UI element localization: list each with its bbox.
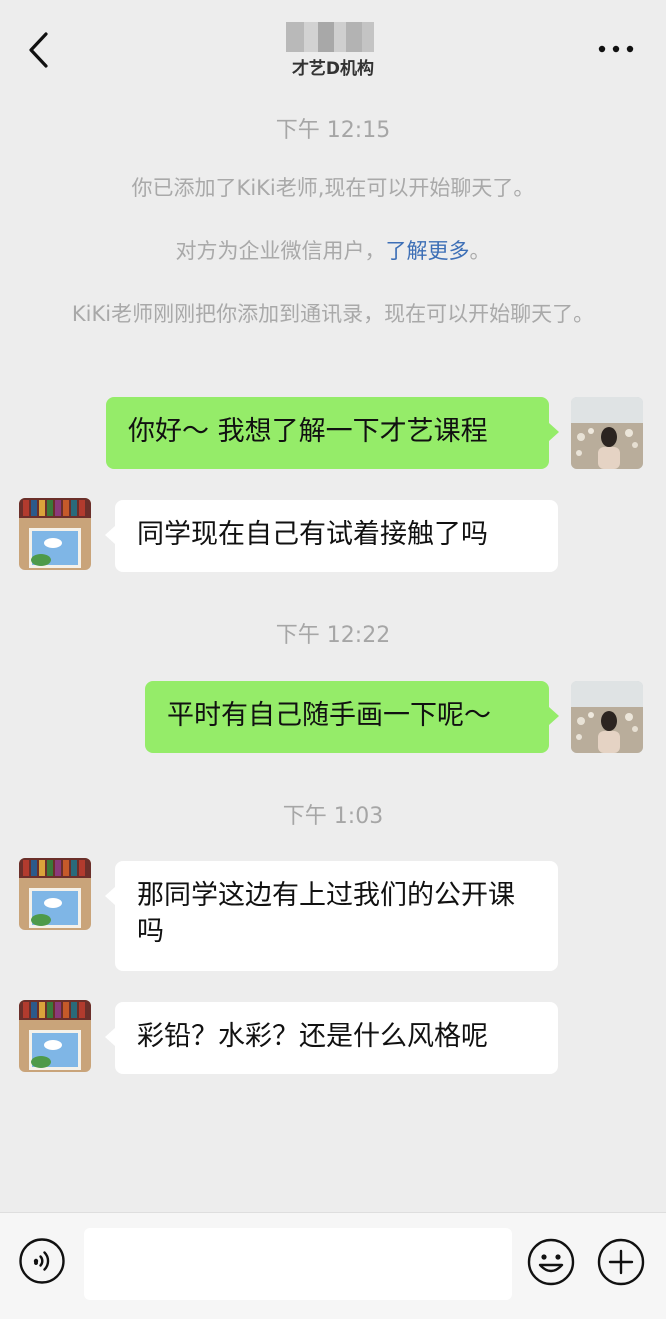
message-bubble-received[interactable]: 彩铅？水彩？还是什么风格呢	[105, 1002, 558, 1074]
message-bubble-received[interactable]: 同学现在自己有试着接触了吗	[105, 500, 558, 572]
contact-avatar[interactable]	[19, 498, 91, 570]
learn-more-link[interactable]: 了解更多	[386, 239, 470, 263]
contact-avatar[interactable]	[19, 1000, 91, 1072]
system-message: KiKi老师刚刚把你添加到通讯录，现在可以开始聊天了。	[71, 302, 595, 326]
contact-avatar[interactable]	[19, 858, 91, 930]
timestamp: 下午 12:15	[275, 118, 391, 143]
system-message: 你已添加了KiKi老师,现在可以开始聊天了。	[131, 176, 535, 200]
message-input[interactable]	[84, 1228, 512, 1300]
voice-icon[interactable]	[18, 1237, 66, 1285]
system-message: 对方为企业微信用户，了解更多。	[30, 235, 636, 267]
more-dots-icon[interactable]	[596, 38, 636, 60]
system-message-text: 对方为企业微信用户，	[175, 239, 386, 263]
chat-title: 才艺D机构	[291, 59, 375, 79]
emoji-icon[interactable]	[526, 1237, 576, 1287]
my-avatar[interactable]	[571, 681, 643, 753]
message-bubble-sent[interactable]: 平时有自己随手画一下呢～	[145, 681, 559, 753]
timestamp: 下午 1:03	[282, 804, 384, 829]
message-bubble-received[interactable]: 那同学这边有上过我们的公开课吗	[105, 861, 558, 971]
system-message-text: 。	[469, 239, 491, 263]
plus-icon[interactable]	[596, 1237, 646, 1287]
contact-name-blurred	[286, 22, 374, 52]
chat-header: 才艺D机构	[0, 0, 666, 92]
message-bubble-sent[interactable]: 你好～ 我想了解一下才艺课程	[106, 397, 559, 469]
timestamp: 下午 12:22	[275, 623, 391, 648]
my-avatar[interactable]	[571, 397, 643, 469]
